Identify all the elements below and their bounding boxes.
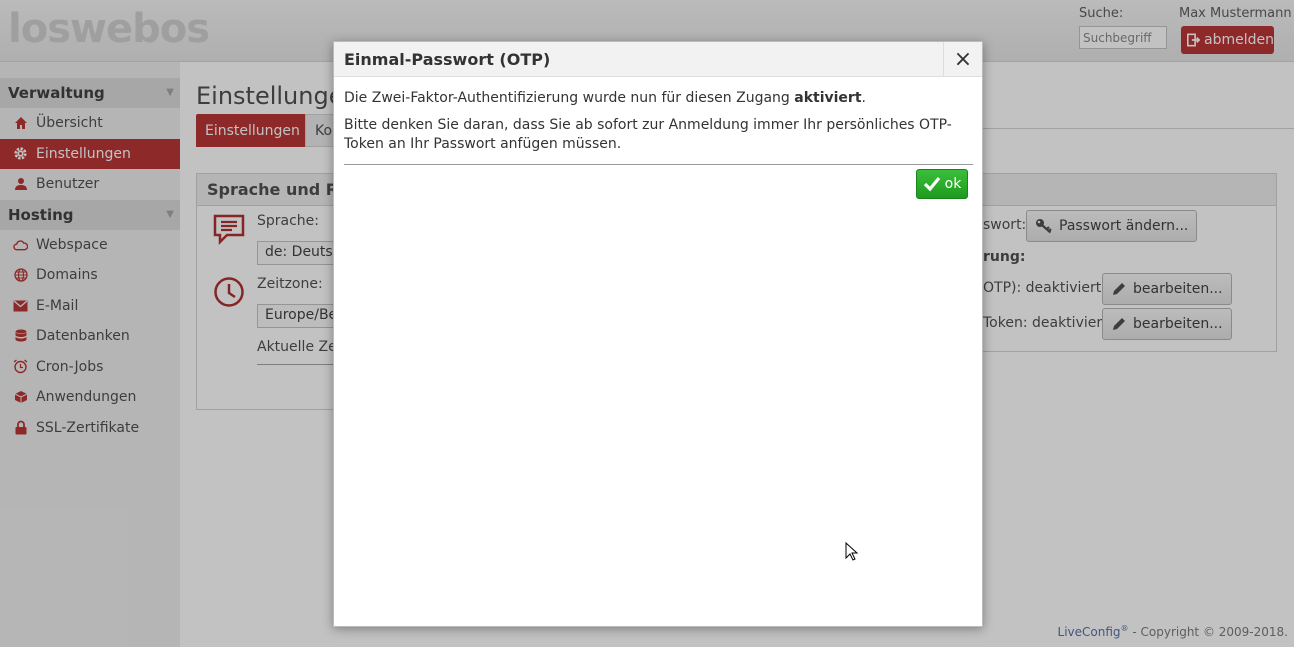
otp-dialog: Einmal-Passwort (OTP) × Die Zwei-Faktor-… [333, 41, 983, 627]
activation-message: Die Zwei-Faktor-Authentifizierung wurde … [344, 89, 972, 108]
mouse-cursor-icon [845, 542, 859, 561]
close-icon: × [953, 47, 973, 72]
dialog-header: Einmal-Passwort (OTP) × [334, 42, 982, 77]
checkmark-icon [923, 176, 940, 192]
dialog-title: Einmal-Passwort (OTP) [344, 50, 551, 69]
close-button[interactable]: × [943, 42, 982, 77]
activation-text: Die Zwei-Faktor-Authentifizierung wurde … [344, 90, 795, 106]
activation-period: . [861, 90, 866, 106]
ok-button[interactable]: ok [916, 169, 968, 199]
reminder-message: Bitte denken Sie daran, dass Sie ab sofo… [344, 117, 952, 152]
ok-label: ok [944, 176, 962, 192]
dialog-body: Die Zwei-Faktor-Authentifizierung wurde … [334, 77, 982, 154]
activation-status: aktiviert [794, 90, 862, 106]
dialog-divider [344, 164, 973, 165]
